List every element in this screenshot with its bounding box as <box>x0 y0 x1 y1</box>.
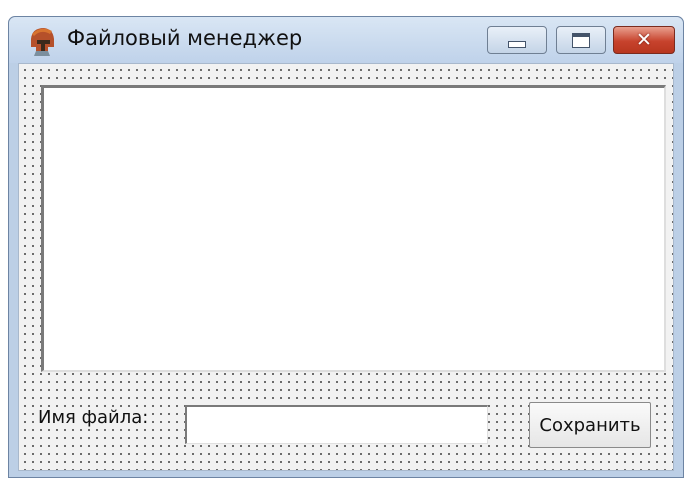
filename-input[interactable] <box>185 405 488 444</box>
spartan-helmet-icon <box>31 28 54 56</box>
close-button[interactable]: ✕ <box>613 26 675 54</box>
app-window: Файловый менеджер ✕ Имя файла: Сохранить <box>8 16 684 478</box>
form-client-area: Имя файла: Сохранить <box>18 63 674 471</box>
close-icon: ✕ <box>636 28 652 51</box>
filename-label: Имя файла: <box>38 407 149 428</box>
maximize-icon <box>572 32 590 48</box>
window-title: Файловый менеджер <box>67 26 303 50</box>
save-button[interactable]: Сохранить <box>529 402 651 448</box>
minimize-icon <box>508 40 526 48</box>
file-list-box[interactable] <box>41 85 666 372</box>
minimize-button[interactable] <box>487 26 547 54</box>
maximize-button[interactable] <box>556 26 606 54</box>
title-bar[interactable]: Файловый менеджер ✕ <box>9 17 683 63</box>
